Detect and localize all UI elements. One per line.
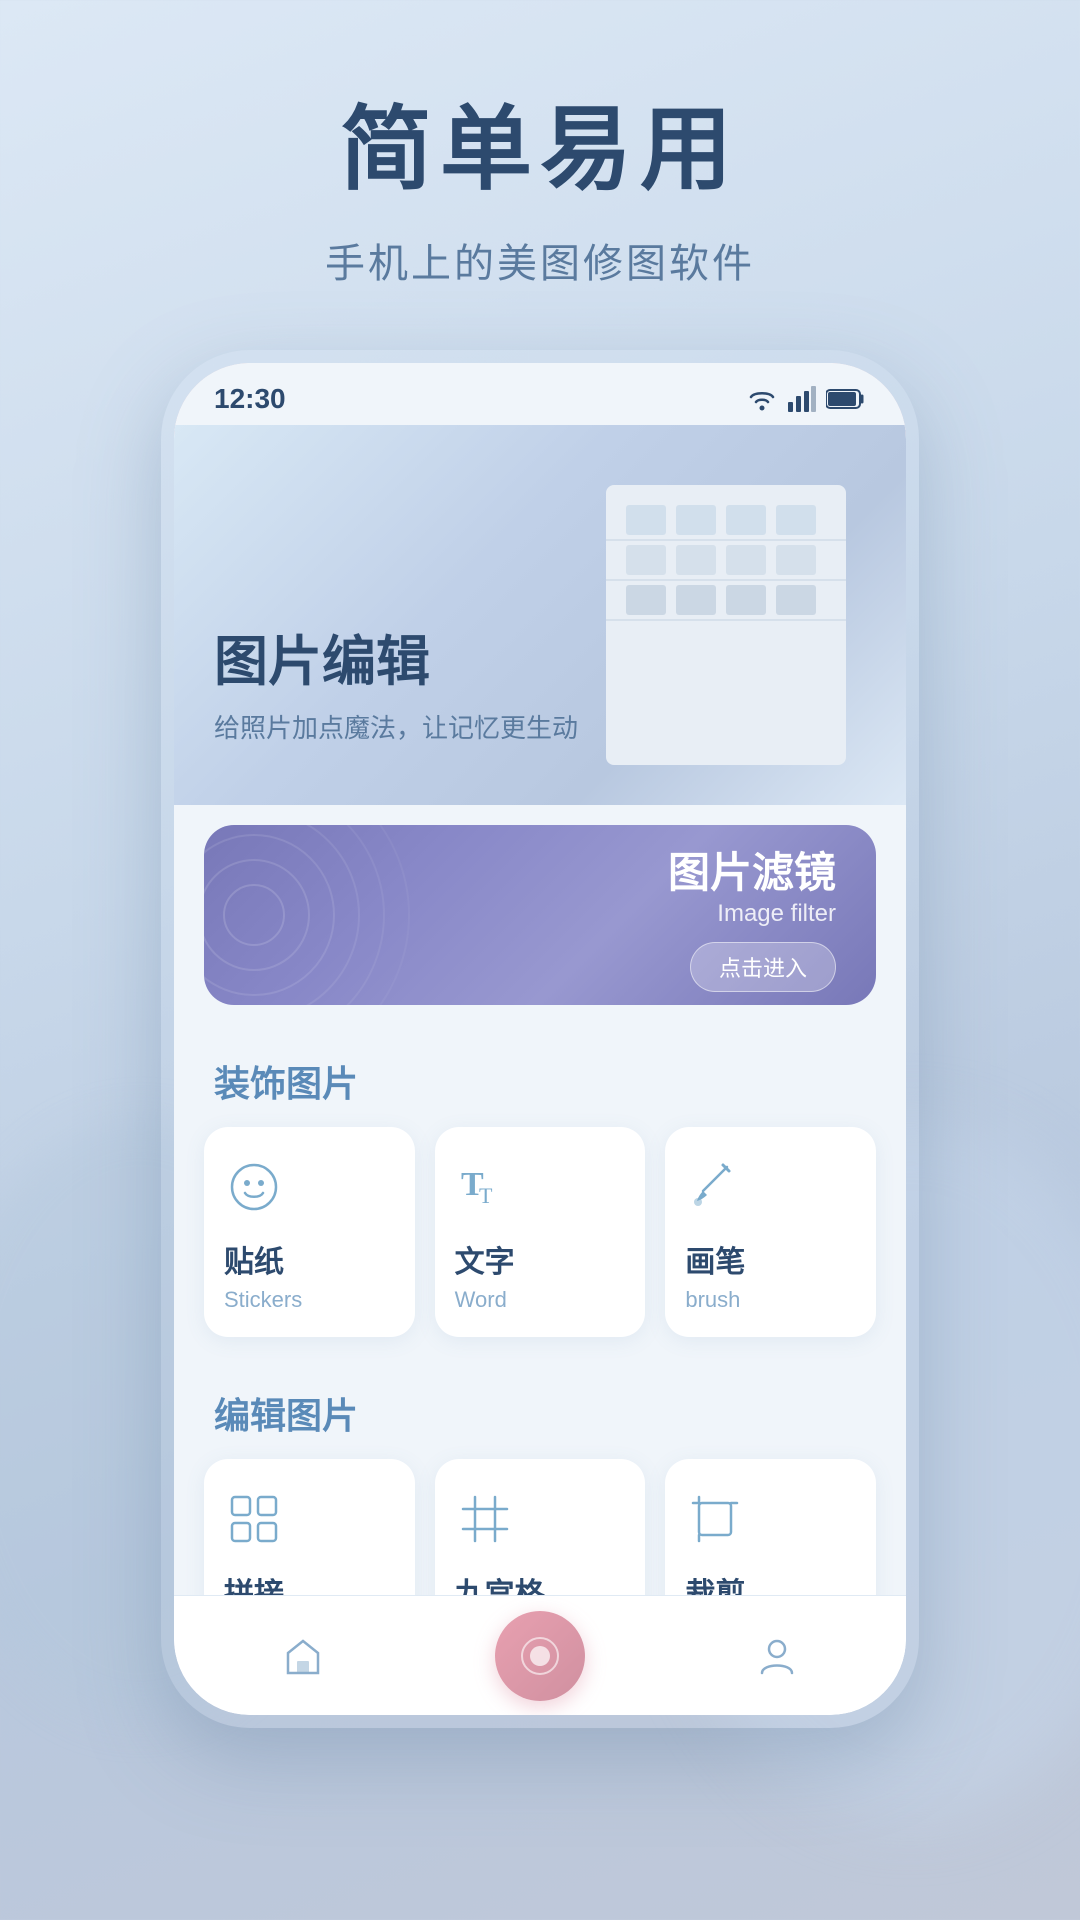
hero-title: 图片编辑 bbox=[214, 617, 578, 696]
nav-item-home[interactable] bbox=[278, 1631, 328, 1681]
splicing-icon bbox=[224, 1489, 284, 1549]
wave-decoration bbox=[204, 825, 454, 1005]
nav-item-profile[interactable] bbox=[752, 1631, 802, 1681]
word-name-en: Word bbox=[455, 1287, 507, 1313]
word-name-cn: 文字 bbox=[455, 1237, 515, 1281]
building-visual bbox=[526, 445, 886, 785]
stickers-name-cn: 贴纸 bbox=[224, 1237, 284, 1281]
tool-card-crop[interactable]: 裁剪 Crop bbox=[665, 1459, 876, 1597]
crop-icon bbox=[685, 1489, 745, 1549]
main-title: 简单易用 bbox=[0, 100, 1080, 201]
filter-card-button[interactable]: 点击进入 bbox=[690, 942, 836, 992]
brush-name-cn: 画笔 bbox=[685, 1237, 745, 1281]
edit-tool-grid: 拼接 Splicing 九宫格 puzzle bbox=[174, 1459, 906, 1597]
puzzle-icon bbox=[455, 1489, 515, 1549]
edit-title-cn: 编辑 bbox=[214, 1395, 286, 1436]
tool-card-splicing[interactable]: 拼接 Splicing bbox=[204, 1459, 415, 1597]
wifi-icon bbox=[746, 386, 778, 412]
phone-container: 12:30 bbox=[0, 349, 1080, 1729]
hero-subtitle: 给照片加点魔法，让记忆更生动 bbox=[214, 708, 578, 745]
text-icon: T T bbox=[455, 1157, 515, 1217]
filter-card-title: 图片滤镜 bbox=[668, 839, 836, 900]
status-bar: 12:30 bbox=[174, 363, 906, 425]
tool-card-brush[interactable]: 画笔 brush bbox=[665, 1127, 876, 1337]
nav-center-button[interactable] bbox=[495, 1611, 585, 1701]
hero-text-area: 图片编辑 给照片加点魔法，让记忆更生动 bbox=[214, 617, 578, 745]
status-icons bbox=[746, 386, 866, 412]
bottom-nav bbox=[174, 1595, 906, 1715]
tool-card-puzzle[interactable]: 九宫格 puzzle bbox=[435, 1459, 646, 1597]
header-section: 简单易用 手机上的美图修图软件 bbox=[0, 0, 1080, 349]
section-title-cn: 装饰 bbox=[214, 1063, 286, 1104]
tool-card-stickers[interactable]: 贴纸 Stickers bbox=[204, 1127, 415, 1337]
status-time: 12:30 bbox=[214, 383, 286, 415]
splicing-name-cn: 拼接 bbox=[224, 1569, 284, 1597]
hero-banner: 图片编辑 给照片加点魔法，让记忆更生动 bbox=[174, 425, 906, 805]
profile-nav-icon bbox=[752, 1631, 802, 1681]
phone-frame: 12:30 bbox=[160, 349, 920, 1729]
sub-title: 手机上的美图修图软件 bbox=[0, 231, 1080, 289]
edit-title-highlight: 图片 bbox=[286, 1395, 358, 1436]
battery-icon bbox=[826, 388, 866, 410]
decorate-tool-grid: 贴纸 Stickers T T 文字 Word bbox=[174, 1127, 906, 1357]
stickers-name-en: Stickers bbox=[224, 1287, 302, 1313]
puzzle-name-cn: 九宫格 bbox=[455, 1569, 545, 1597]
filter-card-subtitle: Image filter bbox=[668, 900, 836, 928]
phone-content: 图片编辑 给照片加点魔法，让记忆更生动 bbox=[174, 425, 906, 1597]
crop-name-cn: 裁剪 bbox=[685, 1569, 745, 1597]
brush-icon bbox=[685, 1157, 745, 1217]
section-title-highlight: 图片 bbox=[286, 1063, 358, 1104]
tool-card-word[interactable]: T T 文字 Word bbox=[435, 1127, 646, 1337]
home-nav-icon bbox=[278, 1631, 328, 1681]
svg-text:T: T bbox=[479, 1183, 493, 1208]
phone-inner: 12:30 bbox=[174, 363, 906, 1715]
brush-name-en: brush bbox=[685, 1287, 740, 1313]
signal-icon bbox=[788, 386, 816, 412]
section-title-decorate: 装饰图片 bbox=[174, 1025, 906, 1127]
filter-card[interactable]: 图片滤镜 Image filter 点击进入 bbox=[204, 825, 876, 1005]
section-title-edit: 编辑图片 bbox=[174, 1357, 906, 1459]
center-nav-icon bbox=[520, 1636, 560, 1676]
sticker-icon bbox=[224, 1157, 284, 1217]
